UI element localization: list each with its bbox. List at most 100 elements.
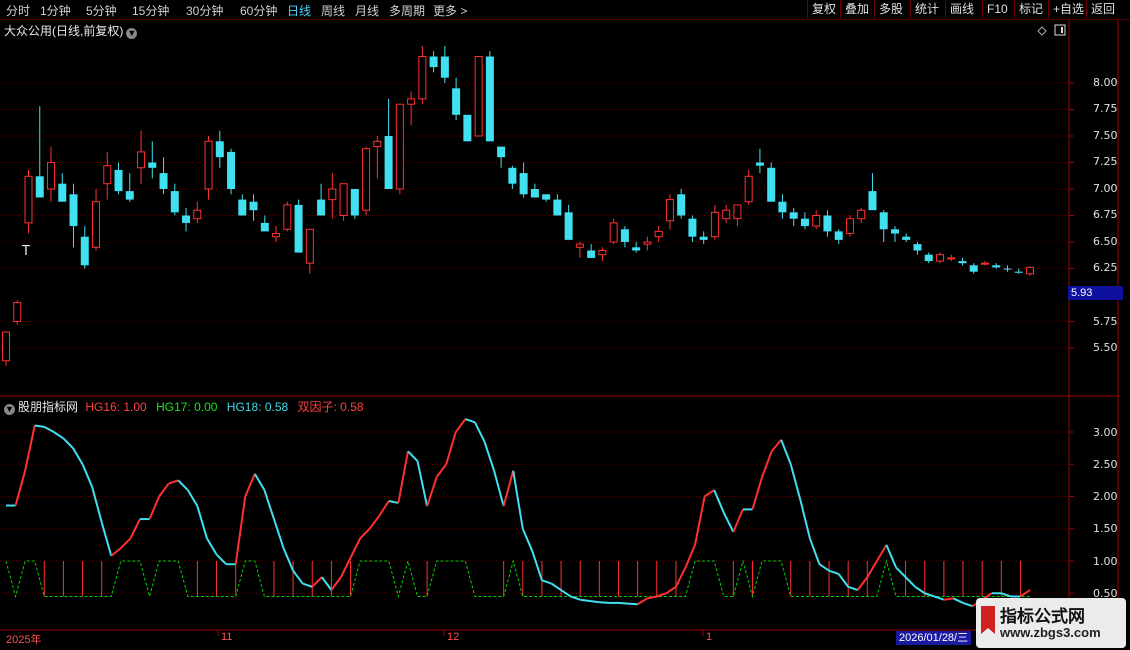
- hg18-segment: [62, 437, 74, 449]
- candle-body-down: [1014, 271, 1023, 273]
- candle-body-up: [13, 301, 22, 323]
- y-tick-label: 5.50: [1093, 341, 1118, 354]
- y-tick-label: 6.75: [1093, 208, 1118, 221]
- hg18-segment: [43, 425, 55, 433]
- hg18-segment: [732, 509, 744, 533]
- hg17-path: [5, 559, 1030, 599]
- candle-body-up: [1026, 266, 1034, 275]
- candle-body-down: [440, 56, 449, 78]
- chart-title[interactable]: 大众公用(日线,前复权) ▼: [4, 22, 138, 39]
- candle-body-down: [688, 218, 697, 237]
- watermark-url: www.zbgs3.com: [1000, 625, 1101, 640]
- hg18-segment: [234, 496, 247, 565]
- ind-y-tick: 3.00: [1093, 426, 1118, 439]
- hg18-segment: [780, 439, 792, 465]
- candle-body-down: [789, 212, 798, 219]
- hg18-segment: [521, 528, 534, 552]
- indicator-name: 股朋指标网: [18, 400, 79, 414]
- indicator-title[interactable]: ▼ 股朋指标网 HG16: 1.00 HG17: 0.00 HG18: 0.58 …: [4, 398, 364, 415]
- hg18-segment: [110, 547, 122, 557]
- hg18-segment: [512, 470, 524, 529]
- hg18-segment: [186, 489, 199, 507]
- hg18-segment: [560, 589, 572, 598]
- candle-body-down: [969, 265, 978, 272]
- hg18-segment: [349, 537, 361, 559]
- hg18-segment: [397, 451, 409, 504]
- candle-body-down: [823, 215, 832, 232]
- hg18-segment: [675, 567, 687, 588]
- y-tick-label: 7.50: [1093, 129, 1118, 142]
- hg18-segment: [808, 538, 821, 565]
- hg18-segment: [91, 486, 103, 523]
- chart-canvas[interactable]: [0, 0, 1130, 650]
- hg18-segment: [253, 473, 266, 491]
- hg18-segment: [904, 576, 916, 588]
- hg18-segment: [177, 479, 189, 491]
- hg18-segment: [541, 579, 552, 585]
- y-tick-label: 7.00: [1093, 182, 1118, 195]
- hg18-segment: [53, 431, 64, 440]
- candle-body-down: [553, 199, 562, 216]
- candlestick-series: [2, 45, 1034, 367]
- indicator-grid: [0, 431, 1074, 594]
- candle-body-down: [260, 222, 269, 232]
- candle-body-up: [407, 98, 416, 105]
- hg18-segment: [340, 557, 352, 578]
- hg18-segment: [330, 576, 342, 591]
- candle-body-down: [508, 167, 517, 184]
- candle-body-down: [677, 194, 686, 216]
- hg18-segment: [550, 582, 562, 591]
- y-tick-label: 5.75: [1093, 315, 1118, 328]
- candle-body-up: [373, 140, 382, 148]
- hg18-value: HG18: 0.58: [226, 400, 289, 414]
- current-price-box: 5.93: [1068, 286, 1123, 300]
- hg18-segment: [416, 460, 429, 507]
- candle-body-down: [215, 141, 224, 158]
- maximize-icon[interactable]: [1054, 24, 1066, 36]
- hg18-segment: [244, 473, 256, 497]
- candle-body-down: [80, 236, 89, 266]
- chevron-down-icon[interactable]: ▼: [126, 28, 138, 39]
- hg18-segment: [120, 537, 132, 549]
- hg18-segment: [837, 573, 849, 588]
- hg18-segment: [206, 537, 218, 556]
- candle-body-up: [47, 162, 56, 190]
- candle-body-down: [58, 183, 67, 202]
- hg18-segment: [100, 522, 113, 557]
- candle-body-down: [699, 236, 708, 240]
- maximize-icon-bar: [1061, 27, 1063, 33]
- hg16-value: HG16: 1.00: [85, 400, 147, 414]
- hg18-segment: [368, 515, 381, 530]
- hg18-segment: [168, 479, 179, 485]
- t-marker: T: [22, 244, 30, 259]
- hg18-segment: [493, 470, 505, 507]
- ind-y-tick: 2.50: [1093, 458, 1118, 471]
- candle-body-up: [812, 215, 821, 227]
- candle-body-down: [384, 136, 393, 189]
- hg18-segment: [81, 463, 94, 488]
- candle-body-down: [350, 189, 359, 216]
- candle-body-up: [665, 199, 674, 222]
- diamond-icon[interactable]: [1037, 26, 1047, 36]
- candle-body-up: [2, 331, 10, 362]
- hg18-segment: [637, 597, 648, 606]
- candle-body-down: [69, 194, 78, 227]
- candle-body-down: [170, 191, 179, 213]
- candle-body-down: [868, 191, 877, 211]
- candle-body-down: [834, 231, 843, 240]
- main-grid: [0, 82, 1074, 349]
- candle-body-down: [114, 169, 123, 192]
- candle-body-down: [497, 146, 506, 158]
- stock-title-text: 大众公用(日线,前复权): [4, 24, 124, 38]
- candle-body-down: [587, 250, 596, 258]
- hg18-segment: [426, 476, 438, 507]
- chevron-down-icon[interactable]: ▼: [4, 404, 15, 415]
- candle-body-down: [620, 229, 629, 242]
- hg18-segment: [531, 551, 543, 581]
- hg18-segment: [302, 582, 313, 588]
- candle-body-down: [755, 162, 764, 166]
- hg18-segment: [215, 553, 227, 565]
- hg18-segment: [713, 489, 725, 514]
- hg18-segment: [818, 563, 830, 572]
- hg18-segment: [129, 518, 141, 539]
